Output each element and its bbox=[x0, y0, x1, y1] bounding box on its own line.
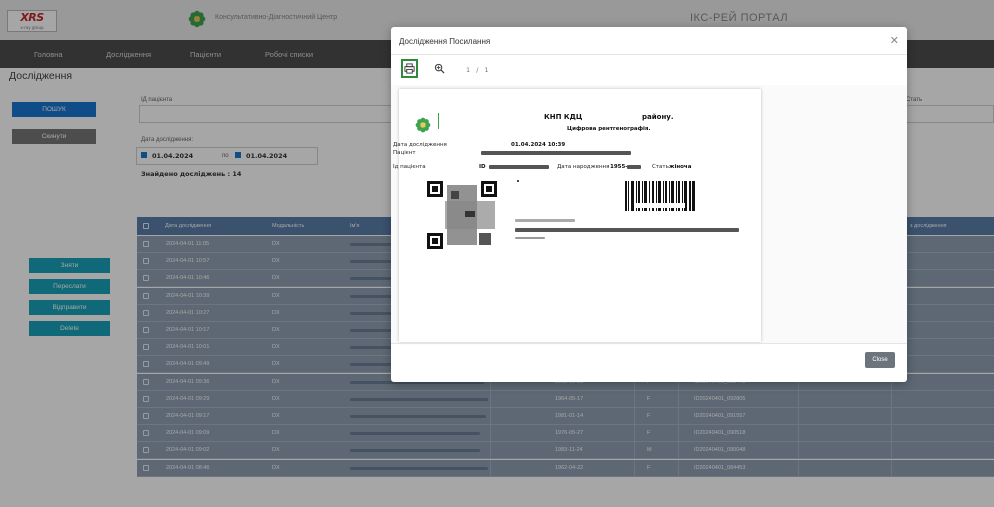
zoom-in-icon bbox=[434, 63, 445, 74]
doc-subtitle: Цифрова рентгенографія. bbox=[567, 126, 651, 132]
redacted-patient-name bbox=[481, 151, 631, 155]
doc-sex-label: Стать bbox=[652, 164, 669, 170]
modal-footer-divider bbox=[391, 343, 907, 344]
doc-region: району. bbox=[642, 113, 674, 121]
doc-dot bbox=[517, 180, 519, 182]
modal-title: Дослідження Посилання bbox=[399, 37, 491, 46]
doc-study-date-label: Дата дослідження bbox=[393, 142, 447, 148]
print-icon bbox=[404, 63, 415, 74]
close-icon[interactable]: ✕ bbox=[890, 34, 899, 47]
zoom-in-button[interactable] bbox=[434, 63, 445, 76]
blurred-link bbox=[515, 219, 575, 222]
doc-sex-value: жіноча bbox=[669, 164, 692, 170]
doc-study-date-value: 01.04.2024 10:39 bbox=[511, 142, 566, 148]
page-indicator: 1 / 1 bbox=[466, 66, 491, 74]
doc-patient-id-value: ID bbox=[479, 164, 486, 170]
close-button[interactable]: Close bbox=[865, 352, 895, 368]
blurred-text-short bbox=[515, 237, 545, 239]
redacted-patient-id bbox=[489, 165, 549, 169]
print-button[interactable] bbox=[401, 59, 418, 78]
doc-birth-value: 1955- bbox=[610, 164, 628, 170]
doc-patient-id-label: Ід пацієнта bbox=[393, 164, 426, 170]
clinic-logo-icon bbox=[415, 117, 431, 133]
pdf-page: КНП КДЦ району. Цифрова рентгенографія. … bbox=[393, 89, 761, 342]
doc-birth-label: Дата народження bbox=[557, 164, 610, 170]
blurred-text-line bbox=[515, 228, 739, 232]
pdf-toolbar: 1 / 1 bbox=[391, 55, 907, 87]
doc-patient-label: Пацієнт bbox=[393, 150, 416, 156]
redacted-birth bbox=[627, 165, 641, 169]
report-modal: Дослідження Посилання ✕ 1 / 1 КНП КДЦ ра… bbox=[391, 27, 907, 382]
qr-code bbox=[427, 181, 497, 249]
logo-divider bbox=[438, 113, 439, 129]
barcode bbox=[625, 181, 695, 211]
doc-org: КНП КДЦ bbox=[544, 113, 583, 121]
pdf-viewer[interactable]: КНП КДЦ району. Цифрова рентгенографія. … bbox=[391, 85, 907, 343]
